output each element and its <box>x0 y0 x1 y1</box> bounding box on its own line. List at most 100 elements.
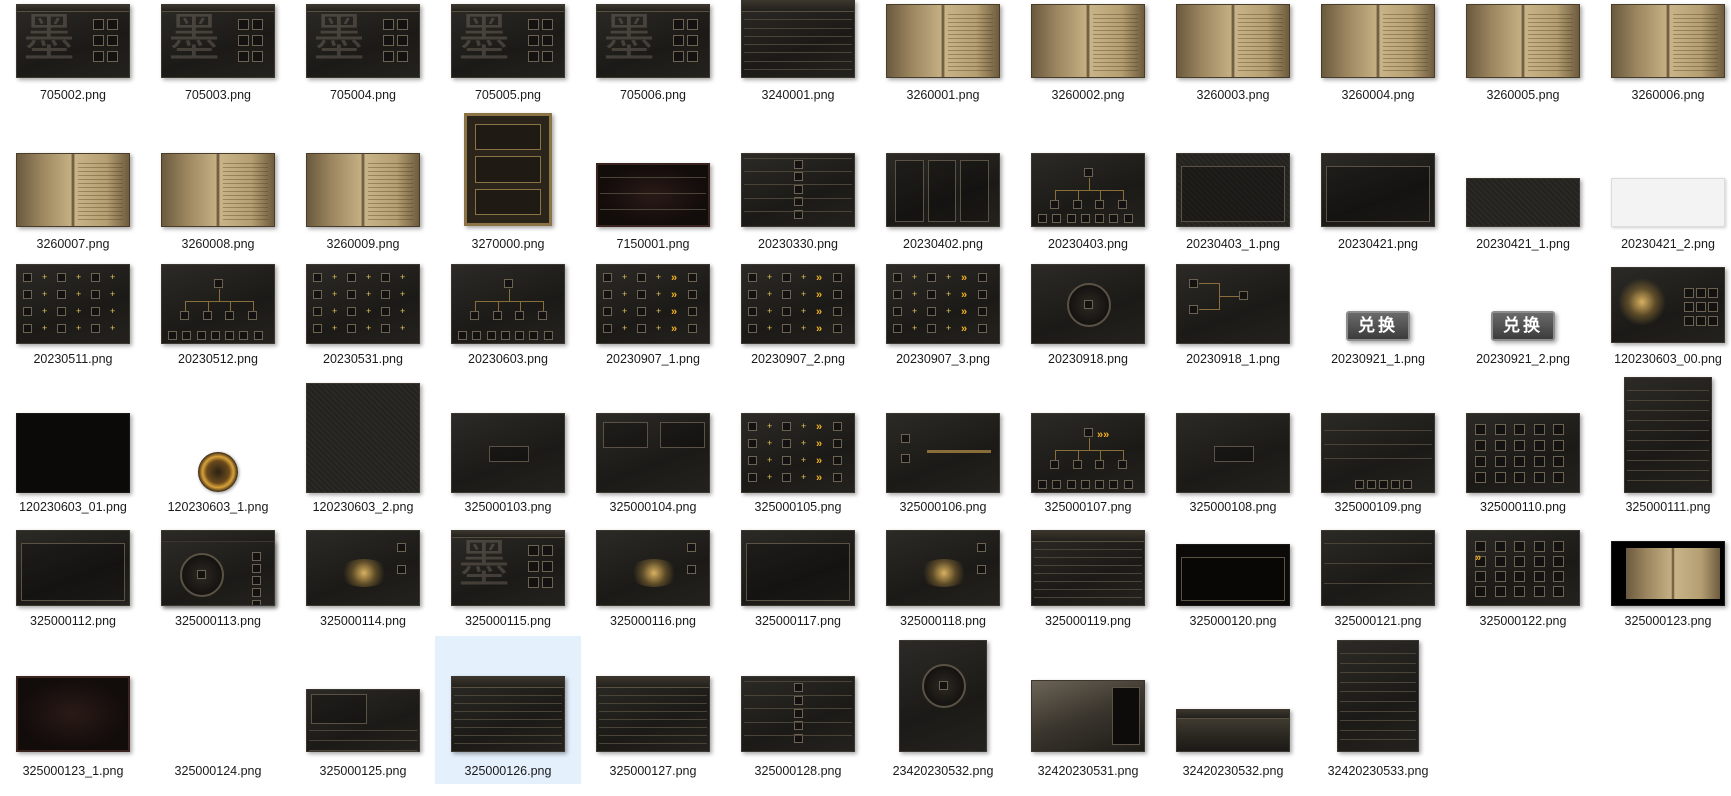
thumb-slot <box>688 290 697 299</box>
file-thumbnail[interactable] <box>1624 377 1712 493</box>
table-header <box>452 677 564 688</box>
file-thumbnail[interactable] <box>1031 530 1145 606</box>
file-thumbnail[interactable]: 墨 <box>451 4 565 78</box>
file-thumbnail[interactable] <box>886 530 1000 606</box>
file-thumbnail[interactable] <box>451 264 565 344</box>
file-thumbnail[interactable] <box>16 676 130 752</box>
file-thumbnail[interactable] <box>161 153 275 227</box>
thumb-slot <box>542 35 553 46</box>
thumb-slot <box>1052 480 1062 489</box>
file-thumbnail[interactable] <box>1466 413 1580 493</box>
file-name-label: 325000121.png <box>1334 614 1422 628</box>
file-thumbnail[interactable]: + + » + + » + + » + + » <box>886 264 1000 344</box>
file-thumbnail[interactable] <box>1031 680 1145 752</box>
file-thumbnail[interactable] <box>741 153 855 227</box>
file-thumbnail[interactable] <box>1176 4 1290 78</box>
file-thumbnail[interactable] <box>1031 153 1145 227</box>
file-thumbnail[interactable] <box>1321 4 1435 78</box>
file-thumbnail[interactable]: + + + + + + + + + + + + <box>306 264 420 344</box>
thumb-slot <box>748 324 757 333</box>
file-thumbnail[interactable]: 墨 <box>306 4 420 78</box>
file-thumbnail[interactable] <box>1611 4 1725 78</box>
thumb-header <box>1177 710 1289 719</box>
file-thumbnail[interactable] <box>1611 178 1725 227</box>
file-thumbnail[interactable] <box>451 676 565 752</box>
file-thumbnail[interactable] <box>306 153 420 227</box>
thumb-slot <box>179 311 189 320</box>
file-item[interactable] <box>145 636 291 784</box>
file-thumbnail[interactable] <box>596 413 710 493</box>
file-thumbnail[interactable] <box>886 4 1000 78</box>
file-thumbnail[interactable]: »» <box>1031 413 1145 493</box>
file-thumbnail[interactable]: 墨 <box>161 4 275 78</box>
plus-icon: + <box>767 323 773 333</box>
file-thumbnail[interactable] <box>596 163 710 227</box>
file-thumbnail[interactable] <box>1337 640 1419 752</box>
file-thumbnail[interactable] <box>1611 541 1725 606</box>
file-thumbnail[interactable]: 墨 <box>596 4 710 78</box>
thumb-slot <box>458 331 467 340</box>
file-thumbnail[interactable]: 兑换 <box>1491 311 1555 341</box>
thumb-slot <box>1080 214 1090 223</box>
file-thumbnail[interactable] <box>1176 264 1290 344</box>
file-thumbnail[interactable] <box>1466 178 1580 227</box>
file-thumbnail[interactable] <box>596 676 710 752</box>
file-thumbnail[interactable] <box>306 530 420 606</box>
thumb-slot <box>833 273 842 282</box>
file-thumbnail[interactable] <box>464 113 552 226</box>
file-thumbnail[interactable] <box>741 0 855 78</box>
file-thumbnail[interactable] <box>306 383 420 493</box>
file-thumbnail[interactable] <box>899 640 987 752</box>
table-row-line <box>1034 549 1142 550</box>
file-thumbnail[interactable]: 墨 <box>16 4 130 78</box>
plus-icon: + <box>801 323 807 333</box>
table-row-line <box>744 52 852 54</box>
file-thumbnail[interactable]: 兑换 <box>1346 311 1410 341</box>
file-thumbnail[interactable] <box>1176 709 1290 752</box>
file-thumbnail[interactable] <box>886 413 1000 493</box>
file-item[interactable] <box>145 372 291 520</box>
file-thumbnail[interactable] <box>886 153 1000 227</box>
file-thumbnail[interactable]: 墨 <box>451 530 565 606</box>
file-thumbnail[interactable] <box>16 530 130 606</box>
file-thumbnail[interactable] <box>16 153 130 227</box>
file-thumbnail[interactable]: + + » + + » + + » + + » <box>741 413 855 493</box>
table-header <box>597 677 709 688</box>
file-thumbnail[interactable] <box>1031 4 1145 78</box>
thumb-slot <box>1553 424 1565 435</box>
file-thumbnail[interactable] <box>741 530 855 606</box>
thumb-slot <box>252 552 261 561</box>
file-thumbnail[interactable] <box>1611 267 1725 343</box>
thumb-slot <box>313 324 322 333</box>
file-thumbnail[interactable] <box>1466 4 1580 78</box>
file-thumbnail[interactable]: + + » + + » + + » + + » <box>596 264 710 344</box>
chevron-icon: » <box>816 323 823 335</box>
thumb-line <box>543 301 545 311</box>
thumb-slot <box>794 184 803 194</box>
page-text <box>368 162 413 220</box>
file-thumbnail[interactable] <box>596 530 710 606</box>
file-thumbnail[interactable] <box>161 541 275 606</box>
file-name-label: 325000125.png <box>319 764 407 778</box>
file-thumbnail[interactable] <box>1321 530 1435 606</box>
thumb-slot <box>225 311 235 320</box>
table-row-line <box>744 60 852 62</box>
thumb-slot <box>1684 316 1694 326</box>
file-thumbnail[interactable] <box>16 413 130 493</box>
file-thumbnail[interactable] <box>1031 264 1145 344</box>
file-thumbnail[interactable]: » <box>1466 530 1580 606</box>
file-thumbnail[interactable] <box>451 413 565 493</box>
thumb-line <box>207 301 209 311</box>
thumb-slot <box>1072 460 1082 469</box>
file-thumbnail[interactable] <box>1176 413 1290 493</box>
file-thumbnail[interactable] <box>1176 153 1290 227</box>
file-thumbnail[interactable] <box>741 676 855 752</box>
file-thumbnail[interactable]: + + + + + + + + + + + + <box>16 264 130 344</box>
file-thumbnail[interactable] <box>1176 544 1290 606</box>
file-thumbnail[interactable] <box>306 689 420 752</box>
file-thumbnail[interactable] <box>161 264 275 344</box>
file-thumbnail[interactable] <box>1321 413 1435 493</box>
file-thumbnail[interactable]: + + » + + » + + » + + » <box>741 264 855 344</box>
file-thumbnail[interactable] <box>1321 153 1435 227</box>
file-thumbnail[interactable] <box>198 452 238 492</box>
